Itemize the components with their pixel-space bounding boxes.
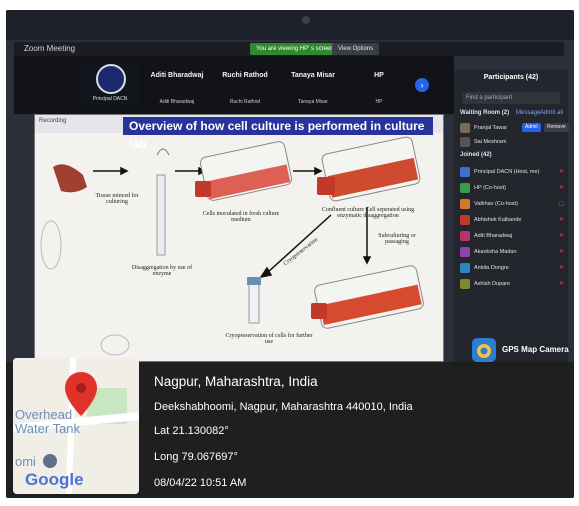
participant-name: Tanaya Misar [291,72,335,79]
caption-minced: Tissue minced for culturing [95,193,139,205]
joined-row[interactable]: Ashish Dupare ✕ [460,278,564,290]
joined-row[interactable]: HP (Co-host) ✕ [460,182,564,194]
caption-confluent: Confluent culture Cell seperated using e… [321,207,415,219]
participant-label: Ruchi Rathod [229,99,261,105]
mic-muted-icon: ✕ [558,217,564,223]
flask-icon [195,141,293,201]
participant-tile[interactable]: Ruchi Rathod Ruchi Rathod [214,62,276,110]
joined-row[interactable]: Akanksha Madan ✕ [460,246,564,258]
google-logo: Google [25,470,84,489]
joined-row[interactable]: Aditi Bharadwaj ✕ [460,230,564,242]
geotag-latitude: Lat 21.130082° [154,425,229,437]
decorative-leaf-icon [40,220,130,356]
subculture-flask-icon [311,265,424,329]
next-page-icon[interactable]: › [415,78,429,92]
admit-button[interactable]: Admit [522,123,541,132]
participant-name: Pranjal Tawar [474,125,508,131]
host-caption: Principal DACN [92,96,128,102]
gps-map-camera-label: GPS Map Camera [502,345,569,354]
viewing-banner: You are viewing HP' s screen [250,43,340,55]
message-link[interactable]: Message [516,110,540,116]
college-logo-icon [96,64,126,94]
shared-slide: Recording Overview of how cell culture i… [34,114,444,362]
caption-subculturing: Subculturing or passaging [378,233,416,245]
tissue-arm-icon [53,164,87,193]
screen-bezel [6,10,574,40]
participants-title: Participants (42) [483,74,539,81]
waiting-row: Sai Meshram [460,136,564,148]
mic-muted-icon: ✕ [558,185,564,191]
participant-label: HP [375,99,383,105]
avatar [460,123,470,133]
caption-disaggregation: Disaggregation by use of enzyme [131,265,193,277]
participant-name: Ashish Dupare [474,281,511,287]
landmark-icon [43,454,57,468]
geotag-address: Deekshabhoomi, Nagpur, Maharashtra 44001… [154,401,413,413]
participant-name: Aditi Bharadwaj [474,233,513,239]
joined-row[interactable]: Abhishek Kalbande ✕ [460,214,564,226]
app-title: Zoom Meeting [24,44,76,53]
caption-inoculated: Cells inoculated in fresh culture medium [202,211,280,223]
mic-muted-icon: ✕ [558,265,564,271]
avatar [460,199,470,209]
map-label-omi: omi [15,454,36,469]
participant-name: Vaibhav (Co-host) [474,201,518,207]
webcam-dot [302,16,310,24]
participant-label: Tanaya Misar [298,99,328,105]
admit-all-link[interactable]: Admit all [540,110,563,116]
participant-name: Sai Meshram [474,139,507,145]
participant-name: Akanksha Madan [474,249,517,255]
mic-muted-icon: ✕ [558,233,564,239]
joined-row[interactable]: Vaibhav (Co-host) ▢ [460,198,564,210]
mic-muted-icon: ✕ [558,281,564,287]
map-thumbnail: Overhead Water Tank omi Google [13,358,139,494]
avatar [460,167,470,177]
geotag-longitude: Long 79.067697° [154,451,238,463]
mic-muted-icon: ✕ [558,169,564,175]
joined-row[interactable]: Principal DACN (Host, me) ✕ [460,166,564,178]
participant-name: Principal DACN (Host, me) [474,169,540,175]
avatar [460,183,470,193]
caption-cryopreservation-cells: Cryopreservation of cells for further us… [225,333,313,345]
host-video-tile[interactable]: Principal DACN [80,60,140,106]
avatar [460,231,470,241]
gps-camera-app-icon [472,338,496,362]
joined-label: Joined (42) [460,152,492,158]
waiting-room-label: Waiting Room (2) [460,110,510,116]
confluent-flask-icon [317,136,421,202]
map-label-overhead: Overhead [15,407,73,422]
participant-name: HP (Co-host) [474,185,506,191]
waiting-row: Pranjal Tawar Admit Remove [460,122,569,134]
participant-tile[interactable]: HP HP [348,62,410,110]
participant-label: Aditi Bharadwaj [159,99,195,105]
avatar [460,137,470,147]
participant-name: Ankita Dongre [474,265,509,271]
video-off-icon: ▢ [558,201,564,207]
geotag-city: Nagpur, Maharashtra, India [154,374,318,389]
cryovial-icon [247,277,261,324]
avatar [460,263,470,273]
joined-row[interactable]: Ankita Dongre ✕ [460,262,564,274]
participant-name: Ruchi Rathod [222,72,268,79]
video-strip: Principal DACN Aditi Bharadwaj Aditi Bha… [14,56,454,114]
avatar [460,279,470,289]
participant-name: Aditi Bharadwaj [150,72,204,79]
pipette-icon [156,148,170,256]
mic-muted-icon: ✕ [558,249,564,255]
remove-button[interactable]: Remove [544,123,569,132]
participants-panel: Participants (42) Find a participant Wai… [454,70,569,370]
avatar [460,247,470,257]
participant-tile[interactable]: Aditi Bharadwaj Aditi Bharadwaj [146,62,208,110]
participant-name: HP [374,72,384,79]
participant-tile[interactable]: Tanaya Misar Tanaya Misar [282,62,344,110]
participant-search-input[interactable]: Find a participant [462,92,560,104]
zoom-titlebar: Zoom Meeting You are viewing HP' s scree… [14,42,564,56]
view-options-button[interactable]: View Options [332,43,380,55]
geotag-datetime: 08/04/22 10:51 AM [154,477,247,489]
avatar [460,215,470,225]
map-label-water-tank: Water Tank [15,421,81,436]
participant-name: Abhishek Kalbande [474,217,522,223]
